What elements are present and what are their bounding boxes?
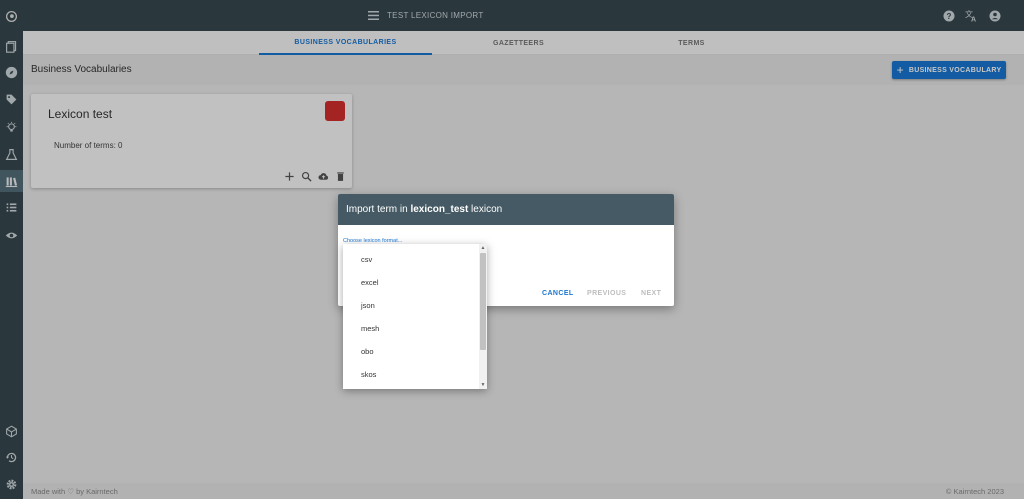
format-option-csv[interactable]: csv	[361, 255, 372, 264]
scrollbar-thumb[interactable]	[480, 253, 486, 350]
lexicon-format-dropdown[interactable]: csv excel json mesh obo skos ▲ ▼	[343, 244, 487, 389]
format-option-obo[interactable]: obo	[361, 347, 374, 356]
dialog-title-lexicon: lexicon_test	[410, 204, 469, 215]
format-option-mesh[interactable]: mesh	[361, 324, 379, 333]
format-option-json[interactable]: json	[361, 301, 375, 310]
format-option-skos[interactable]: skos	[361, 370, 376, 379]
dropdown-scrollbar[interactable]: ▲ ▼	[479, 244, 487, 389]
previous-button[interactable]: PREVIOUS	[587, 290, 626, 297]
dialog-title-suffix: lexicon	[468, 204, 503, 215]
next-button[interactable]: NEXT	[641, 290, 661, 297]
format-option-excel[interactable]: excel	[361, 278, 379, 287]
cancel-button[interactable]: CANCEL	[542, 290, 574, 297]
dialog-title: Import term in lexicon_test lexicon	[338, 194, 674, 225]
scroll-up-icon[interactable]: ▲	[479, 244, 487, 252]
dialog-title-prefix: Import term in	[346, 204, 411, 215]
scroll-down-icon[interactable]: ▼	[479, 381, 487, 389]
